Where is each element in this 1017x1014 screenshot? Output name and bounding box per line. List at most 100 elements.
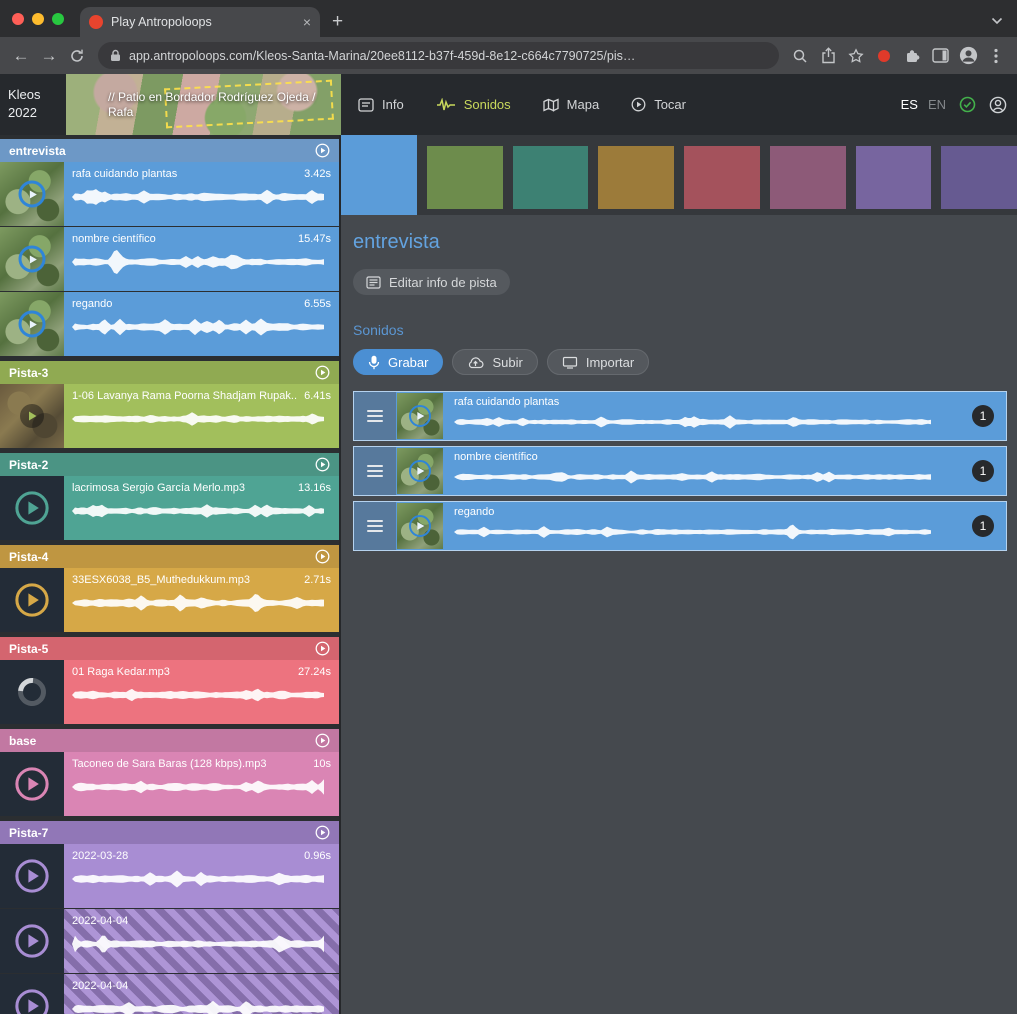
sound-name: regando	[454, 506, 964, 518]
drag-handle-icon	[367, 465, 383, 477]
account-icon[interactable]	[989, 96, 1007, 114]
nav-mapa[interactable]: Mapa	[543, 97, 600, 112]
drag-handle[interactable]	[354, 502, 396, 550]
reload-button[interactable]	[64, 43, 90, 69]
clip-name: 2022-03-28	[72, 850, 128, 862]
track-header[interactable]: Pista-5	[0, 637, 339, 660]
drag-handle-icon	[367, 520, 383, 532]
window-controls	[12, 13, 64, 25]
clip-waveform	[72, 993, 331, 1014]
drag-handle[interactable]	[354, 447, 396, 495]
track-swatch-1[interactable]	[341, 135, 417, 215]
clip-row[interactable]: 2022-03-280.96s	[0, 844, 339, 908]
clip-name: 2022-04-04	[72, 980, 128, 992]
clip-name: 33ESX6038_B5_Muthedukkum.mp3	[72, 574, 250, 586]
sound-row[interactable]: nombre científico1	[353, 446, 1007, 496]
breadcrumb: // Patio en Bordador Rodríguez Ojeda / R…	[108, 74, 338, 135]
track-play-icon[interactable]	[315, 733, 330, 748]
url-bar[interactable]: app.antropoloops.com/Kleos-Santa-Marina/…	[98, 42, 779, 69]
track-group-Pista-2: Pista-2lacrimosa Sergio García Merlo.mp3…	[0, 453, 339, 540]
clip-name: 2022-04-04	[72, 915, 128, 927]
clip-play-button[interactable]	[0, 909, 64, 973]
recording-extension-icon[interactable]	[871, 43, 897, 69]
clip-row[interactable]: nombre científico15.47s	[0, 227, 339, 291]
track-header[interactable]: Pista-3	[0, 361, 339, 384]
track-play-icon[interactable]	[315, 365, 330, 380]
track-swatch-4[interactable]	[598, 146, 674, 209]
language-en[interactable]: EN	[928, 97, 946, 112]
track-play-icon[interactable]	[315, 825, 330, 840]
sound-photo-thumbnail[interactable]	[0, 227, 64, 291]
importar-button[interactable]: Importar	[547, 349, 649, 375]
track-swatch-3[interactable]	[513, 146, 589, 209]
grabar-button[interactable]: Grabar	[353, 349, 443, 375]
nav-info[interactable]: Info	[358, 97, 404, 112]
track-header[interactable]: entrevista	[0, 139, 339, 162]
clip-play-button[interactable]	[0, 476, 64, 540]
track-header[interactable]: base	[0, 729, 339, 752]
nav-sonidos[interactable]: Sonidos	[436, 97, 511, 112]
extensions-puzzle-icon[interactable]	[899, 43, 925, 69]
sound-photo-thumbnail[interactable]	[0, 384, 64, 448]
sound-actions: Grabar Subir Importar	[353, 349, 1007, 375]
upload-cloud-icon	[467, 356, 484, 369]
waveform	[72, 403, 324, 435]
clip-row[interactable]: 2022-04-04	[0, 974, 339, 1014]
tab-search-chevron-icon[interactable]	[991, 17, 1003, 25]
sound-photo-thumbnail[interactable]	[0, 162, 64, 226]
browser-menu-icon[interactable]	[983, 43, 1009, 69]
share-icon[interactable]	[815, 43, 841, 69]
map-icon	[543, 98, 559, 112]
browser-tab[interactable]: Play Antropoloops ×	[80, 7, 320, 37]
zoom-icon[interactable]	[787, 43, 813, 69]
clip-row[interactable]: rafa cuidando plantas3.42s	[0, 162, 339, 226]
clip-row[interactable]: 1-06 Lavanya Rama Poorna Shadjam Rupak..…	[0, 384, 339, 448]
clip-row[interactable]: 01 Raga Kedar.mp327.24s	[0, 660, 339, 724]
back-button[interactable]: ←	[8, 43, 34, 69]
profile-avatar-icon[interactable]	[955, 43, 981, 69]
clip-row[interactable]: 33ESX6038_B5_Muthedukkum.mp32.71s	[0, 568, 339, 632]
nav-tocar[interactable]: Tocar	[631, 97, 686, 112]
subir-button[interactable]: Subir	[452, 349, 537, 375]
zoom-window-button[interactable]	[52, 13, 64, 25]
new-tab-button[interactable]: +	[332, 12, 343, 31]
sound-row[interactable]: regando1	[353, 501, 1007, 551]
drag-handle[interactable]	[354, 392, 396, 440]
sound-row[interactable]: rafa cuidando plantas1	[353, 391, 1007, 441]
clip-row[interactable]: lacrimosa Sergio García Merlo.mp313.16s	[0, 476, 339, 540]
track-swatch-7[interactable]	[856, 146, 932, 209]
track-swatch-2[interactable]	[427, 146, 503, 209]
header-right-cluster: ES EN	[901, 74, 1007, 135]
list-icon	[366, 276, 381, 289]
clip-play-button[interactable]	[0, 568, 64, 632]
side-panel-icon[interactable]	[927, 43, 953, 69]
clip-play-button[interactable]	[0, 844, 64, 908]
clip-row[interactable]: Taconeo de Sara Baras (128 kbps).mp310s	[0, 752, 339, 816]
track-play-icon[interactable]	[315, 641, 330, 656]
track-header[interactable]: Pista-4	[0, 545, 339, 568]
clip-row[interactable]: regando6.55s	[0, 292, 339, 356]
clip-row[interactable]: 2022-04-04	[0, 909, 339, 973]
track-header[interactable]: Pista-7	[0, 821, 339, 844]
minimize-window-button[interactable]	[32, 13, 44, 25]
track-swatch-8[interactable]	[941, 146, 1017, 209]
waveform	[72, 771, 324, 803]
clip-play-button[interactable]	[0, 974, 64, 1014]
clip-waveform	[72, 679, 331, 711]
track-swatch-5[interactable]	[684, 146, 760, 209]
track-play-icon[interactable]	[315, 549, 330, 564]
edit-track-info-button[interactable]: Editar info de pista	[353, 269, 510, 295]
track-swatch-6[interactable]	[770, 146, 846, 209]
tab-close-icon[interactable]: ×	[303, 15, 311, 29]
clip-body: rafa cuidando plantas3.42s	[64, 162, 339, 226]
track-play-icon[interactable]	[315, 143, 330, 158]
track-header[interactable]: Pista-2	[0, 453, 339, 476]
bookmark-star-icon[interactable]	[843, 43, 869, 69]
sound-photo-thumbnail[interactable]	[0, 292, 64, 356]
track-play-icon[interactable]	[315, 457, 330, 472]
close-window-button[interactable]	[12, 13, 24, 25]
language-es[interactable]: ES	[901, 97, 918, 112]
clip-waveform	[72, 928, 331, 960]
clip-play-button[interactable]	[0, 752, 64, 816]
forward-button[interactable]: →	[36, 43, 62, 69]
